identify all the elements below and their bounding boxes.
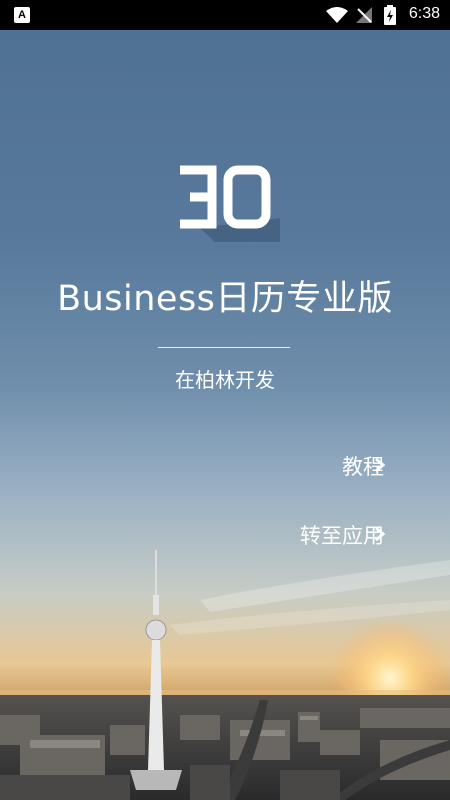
notification-a-icon: A bbox=[14, 7, 30, 23]
divider bbox=[158, 347, 290, 348]
wifi-icon bbox=[326, 7, 348, 23]
battery-charging-icon bbox=[384, 5, 396, 25]
app-title: Business日历专业版 bbox=[57, 279, 393, 319]
chevron-right-icon[interactable] bbox=[372, 457, 388, 473]
clock: 6:38 bbox=[408, 5, 440, 22]
signal-icon bbox=[356, 7, 372, 23]
splash-screen: A 6:38 Business日历专业版 在柏林开发 教程 转至应用 bbox=[0, 0, 450, 800]
status-bar: A 6:38 bbox=[0, 0, 450, 30]
app-logo-icon bbox=[180, 165, 280, 242]
app-subtitle: 在柏林开发 bbox=[175, 368, 275, 392]
berlin-skyline-image bbox=[0, 550, 450, 800]
